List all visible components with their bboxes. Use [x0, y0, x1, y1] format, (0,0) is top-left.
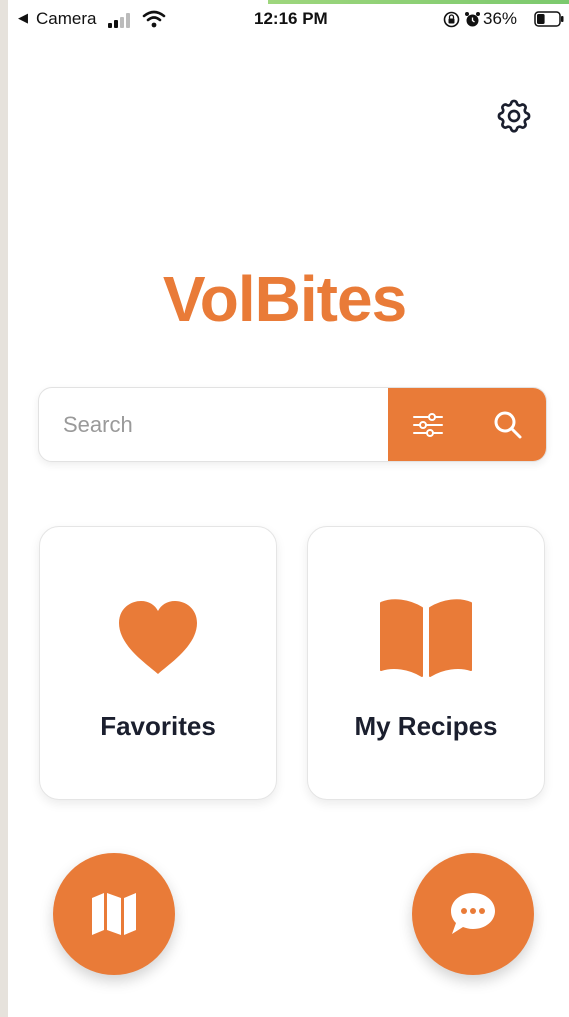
chat-button[interactable]	[412, 853, 534, 975]
my-recipes-label: My Recipes	[354, 711, 498, 741]
wifi-icon	[142, 10, 166, 33]
search-actions	[388, 388, 546, 461]
app-title: VolBites	[162, 263, 407, 335]
signal-icon	[108, 12, 134, 33]
battery-icon	[534, 11, 564, 32]
back-to-app-label[interactable]: Camera	[36, 9, 96, 29]
filter-button[interactable]	[388, 388, 468, 461]
left-bezel	[0, 0, 8, 1017]
map-icon	[92, 893, 136, 935]
search-input[interactable]	[39, 388, 388, 461]
favorites-label: Favorites	[100, 711, 216, 741]
battery-percent: 36%	[483, 9, 518, 28]
alarm-icon	[464, 11, 481, 33]
settings-button[interactable]	[492, 94, 536, 138]
chat-bubble-icon	[451, 893, 495, 934]
magnifier-icon	[494, 411, 522, 438]
status-bar: ◀ Camera 12:16 PM 36%	[8, 0, 569, 42]
back-arrow-icon[interactable]: ◀	[18, 10, 28, 26]
open-book-icon	[308, 597, 544, 679]
gear-icon	[497, 99, 531, 133]
orientation-lock-icon	[443, 11, 460, 33]
heart-icon	[40, 597, 276, 679]
search-button[interactable]	[468, 388, 546, 461]
sliders-icon	[413, 412, 443, 437]
favorites-card[interactable]: Favorites	[39, 526, 277, 800]
search-bar	[38, 387, 547, 462]
my-recipes-card[interactable]: My Recipes	[307, 526, 545, 800]
status-time: 12:16 PM	[254, 9, 328, 28]
map-button[interactable]	[53, 853, 175, 975]
